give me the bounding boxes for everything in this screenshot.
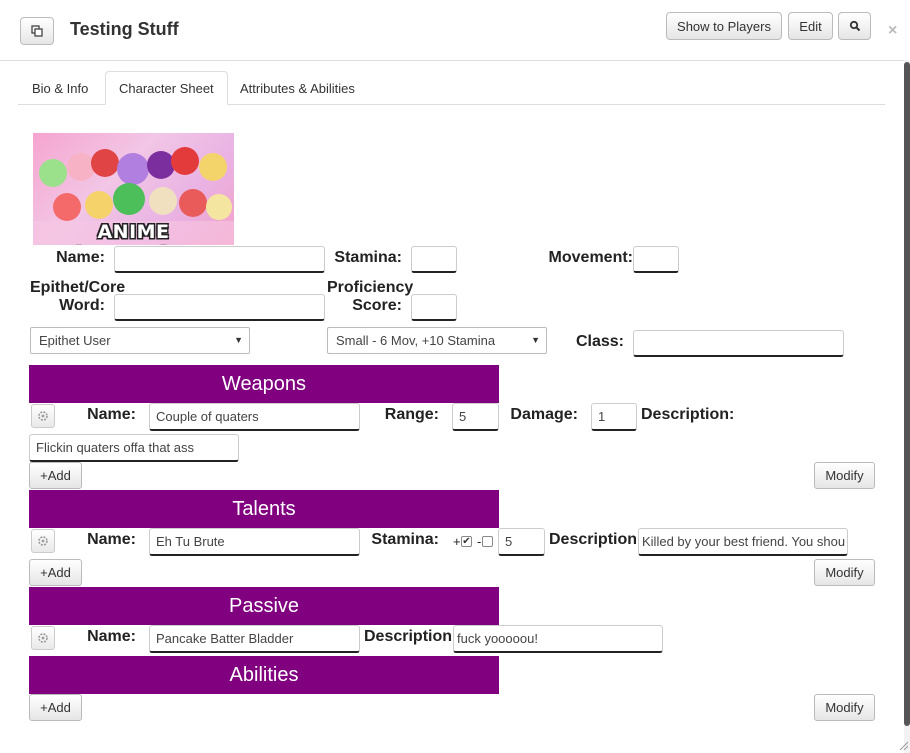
proficiency-label-line1: Proficiency [327, 279, 414, 296]
weapon-range-field[interactable]: 5 [452, 403, 499, 431]
tab-attributes-abilities[interactable]: Attributes & Abilities [227, 71, 368, 105]
passive-heading: Passive [29, 587, 499, 625]
abilities-add-button[interactable]: +Add [29, 694, 82, 721]
weapon-description-field[interactable]: Flickin quaters offa that ass [29, 434, 239, 462]
close-icon[interactable]: × [888, 22, 897, 40]
search-button[interactable] [838, 12, 871, 40]
edit-button[interactable]: Edit [788, 12, 833, 40]
gear-icon [38, 633, 48, 643]
show-to-players-button[interactable]: Show to Players [666, 12, 782, 40]
talents-heading: Talents [29, 490, 499, 528]
image-caption: ANIME CAMPAIGN! [70, 221, 196, 245]
scrollbar-thumb[interactable] [904, 62, 910, 726]
header-divider [0, 60, 905, 61]
weapons-heading: Weapons [29, 365, 499, 403]
size-select[interactable]: Small - 6 Mov, +10 Stamina ▼ [327, 327, 547, 354]
proficiency-field[interactable] [411, 294, 457, 321]
stamina-minus-checkbox[interactable] [482, 536, 493, 547]
passive-name-field[interactable]: Pancake Batter Bladder [149, 625, 360, 653]
weapon-range-label: Range: [384, 406, 439, 423]
talent-stamina-field[interactable]: 5 [498, 528, 545, 556]
weapon-name-label: Name: [87, 406, 136, 423]
talents-add-button[interactable]: +Add [29, 559, 82, 586]
size-select-value: Small - 6 Mov, +10 Stamina [336, 333, 496, 348]
passive-name-label: Name: [87, 628, 136, 645]
weapons-modify-button[interactable]: Modify [814, 462, 875, 489]
movement-label: Movement: [548, 249, 633, 266]
character-image: ANIME CAMPAIGN! [33, 133, 234, 245]
chevron-down-icon: ▼ [234, 335, 243, 345]
stamina-minus-label: - [477, 534, 482, 549]
weapon-settings-button[interactable] [31, 404, 55, 428]
popout-icon [31, 25, 43, 37]
class-field[interactable] [633, 330, 844, 357]
stamina-field[interactable] [411, 246, 457, 273]
passive-description-field[interactable]: fuck yooooou! [453, 625, 663, 653]
talents-modify-button[interactable]: Modify [814, 559, 875, 586]
stamina-label: Stamina: [334, 249, 402, 266]
search-icon [849, 20, 860, 32]
passive-settings-button[interactable] [31, 626, 55, 650]
weapons-add-button[interactable]: +Add [29, 462, 82, 489]
chevron-down-icon: ▼ [531, 335, 540, 345]
passive-description-label: Description: [364, 628, 458, 645]
name-label: Name: [56, 249, 105, 266]
abilities-modify-button[interactable]: Modify [814, 694, 875, 721]
movement-field[interactable] [633, 246, 679, 273]
stamina-plus-label: + [453, 534, 461, 549]
talent-description-label: Description: [549, 531, 643, 548]
weapon-damage-label: Damage: [510, 406, 578, 423]
gear-icon [38, 411, 48, 421]
abilities-heading: Abilities [29, 656, 499, 694]
character-name-field[interactable] [114, 246, 325, 273]
talent-settings-button[interactable] [31, 529, 55, 553]
weapon-name-field[interactable]: Couple of quaters [149, 403, 360, 431]
page-title: Testing Stuff [70, 19, 179, 39]
proficiency-label-line2: Score: [352, 297, 402, 314]
epithet-select[interactable]: Epithet User ▼ [30, 327, 250, 354]
resize-handle-icon[interactable] [898, 740, 908, 750]
popout-button[interactable] [20, 17, 54, 45]
weapon-damage-field[interactable]: 1 [591, 403, 637, 431]
epithet-select-value: Epithet User [39, 333, 111, 348]
tab-bio-info[interactable]: Bio & Info [19, 71, 101, 105]
epithet-label-line2: Word: [59, 297, 105, 314]
epithet-label-line1: Epithet/Core [30, 279, 126, 296]
talent-stamina-label: Stamina: [371, 531, 439, 548]
talent-description-field[interactable]: Killed by your best friend. You shou [638, 528, 848, 556]
class-label: Class: [575, 333, 624, 350]
epithet-field[interactable] [114, 294, 325, 321]
talent-name-label: Name: [87, 531, 136, 548]
weapon-description-label: Description: [641, 406, 735, 423]
talent-name-field[interactable]: Eh Tu Brute [149, 528, 360, 556]
gear-icon [38, 536, 48, 546]
stamina-plus-checkbox[interactable]: ✔ [461, 536, 472, 547]
tab-character-sheet[interactable]: Character Sheet [105, 71, 228, 105]
